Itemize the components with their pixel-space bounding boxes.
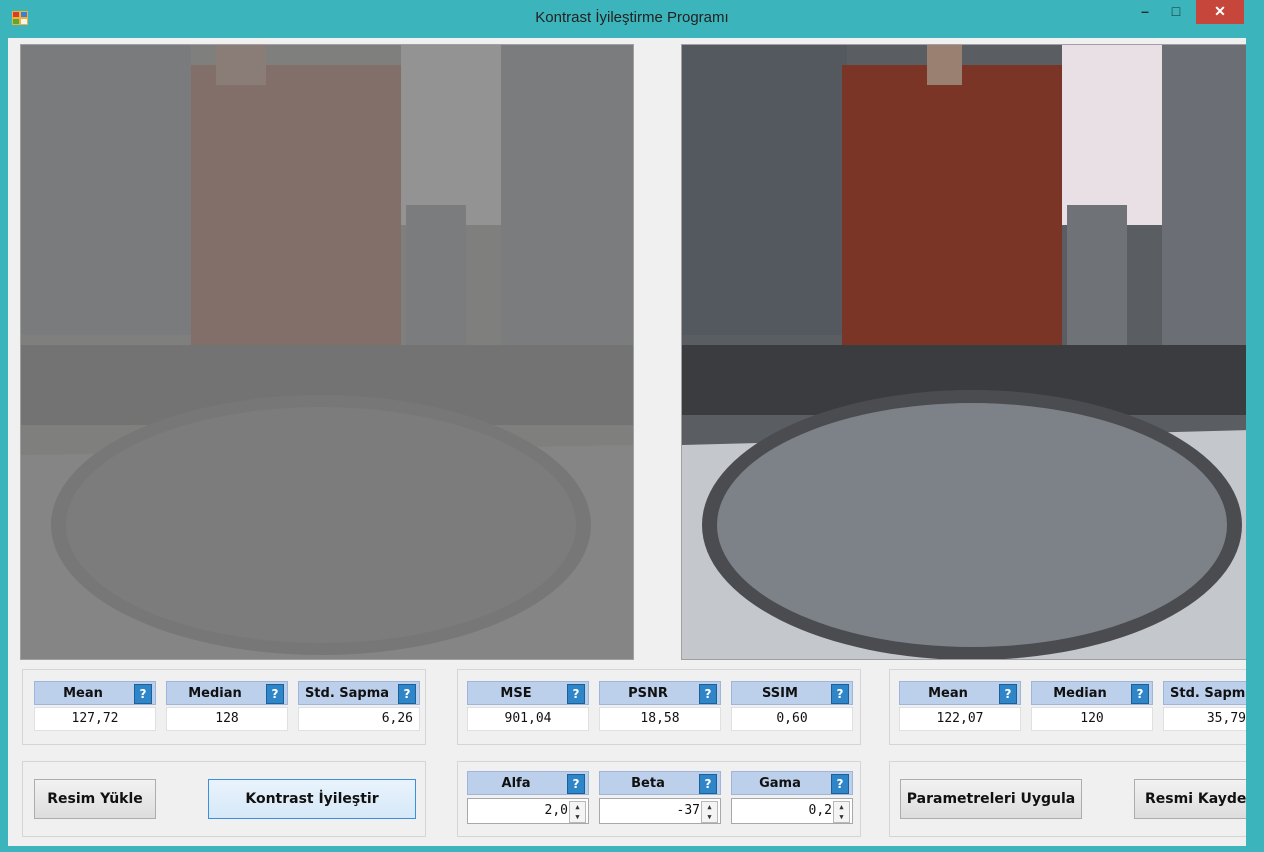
alfa-value: 2,0 (544, 803, 568, 818)
original-median-value: 128 (166, 707, 288, 731)
original-std-label-text: Std. Sapma (304, 686, 390, 701)
enhanced-mean-value: 122,07 (899, 707, 1021, 731)
spin-down-icon[interactable]: ▼ (834, 812, 849, 822)
mse-label: MSE ? (467, 681, 589, 705)
load-image-button[interactable]: Resim Yükle (34, 779, 156, 819)
spinner-arrows[interactable]: ▲ ▼ (569, 801, 586, 823)
ssim-label-text: SSIM (762, 686, 798, 701)
spinner-arrows[interactable]: ▲ ▼ (701, 801, 718, 823)
psnr-label: PSNR ? (599, 681, 721, 705)
enhanced-median-label: Median ? (1031, 681, 1153, 705)
spin-down-icon[interactable]: ▼ (570, 812, 585, 822)
mse-label-text: MSE (500, 686, 532, 701)
gama-label-text: Gama (759, 776, 801, 791)
enhance-contrast-button[interactable]: Kontrast İyileştir (208, 779, 416, 819)
spin-down-icon[interactable]: ▼ (702, 812, 717, 822)
enhanced-mean-label: Mean ? (899, 681, 1021, 705)
beta-label-text: Beta (631, 776, 665, 791)
original-image-box (20, 44, 634, 660)
psnr-label-text: PSNR (628, 686, 668, 701)
help-icon[interactable]: ? (999, 684, 1017, 704)
help-icon[interactable]: ? (699, 684, 717, 704)
help-icon[interactable]: ? (831, 774, 849, 794)
help-icon[interactable]: ? (699, 774, 717, 794)
spin-up-icon[interactable]: ▲ (834, 802, 849, 812)
gama-value: 0,2 (808, 803, 832, 818)
gama-spinner[interactable]: 0,2 ▲ ▼ (731, 798, 853, 824)
help-icon[interactable]: ? (398, 684, 416, 704)
spin-up-icon[interactable]: ▲ (570, 802, 585, 812)
help-icon[interactable]: ? (567, 684, 585, 704)
original-image (21, 45, 633, 659)
form-client-area: Mean ? Median ? Std. Sapma ? 127,72 128 … (8, 38, 1246, 846)
window-title: Kontrast İyileştirme Programı (535, 9, 729, 26)
original-std-value: 6,26 (298, 707, 420, 731)
title-bar[interactable]: Kontrast İyileştirme Programı – □ ✕ (0, 0, 1264, 38)
original-median-label-text: Median (188, 686, 242, 701)
help-icon[interactable]: ? (134, 684, 152, 704)
original-std-label: Std. Sapma ? (298, 681, 420, 705)
help-icon[interactable]: ? (266, 684, 284, 704)
enhanced-image-box (681, 44, 1246, 660)
spinner-arrows[interactable]: ▲ ▼ (833, 801, 850, 823)
ssim-value: 0,60 (731, 707, 853, 731)
gama-label: Gama ? (731, 771, 853, 795)
close-button[interactable]: ✕ (1196, 0, 1244, 24)
parameters-group: Alfa ? Beta ? Gama ? 2,0 ▲ ▼ -37 ▲ ▼ 0,2… (457, 761, 861, 837)
original-mean-label-text: Mean (63, 686, 103, 701)
enhanced-stats-group: Mean ? Median ? Std. Sapm 122,07 120 35,… (889, 669, 1246, 745)
original-median-label: Median ? (166, 681, 288, 705)
original-stats-group: Mean ? Median ? Std. Sapma ? 127,72 128 … (22, 669, 426, 745)
app-window: Kontrast İyileştirme Programı – □ ✕ Mean… (0, 0, 1264, 852)
minimize-button[interactable]: – (1130, 0, 1160, 24)
original-mean-label: Mean ? (34, 681, 156, 705)
enhanced-mean-label-text: Mean (928, 686, 968, 701)
enhanced-median-value: 120 (1031, 707, 1153, 731)
psnr-value: 18,58 (599, 707, 721, 731)
alfa-label: Alfa ? (467, 771, 589, 795)
ssim-label: SSIM ? (731, 681, 853, 705)
beta-value: -37 (676, 803, 700, 818)
alfa-label-text: Alfa (501, 776, 531, 791)
enhanced-std-label-text: Std. Sapm (1170, 686, 1246, 701)
enhanced-median-label-text: Median (1053, 686, 1107, 701)
enhanced-std-value: 35,79 (1163, 707, 1246, 731)
enhanced-image (682, 45, 1246, 659)
original-mean-value: 127,72 (34, 707, 156, 731)
spin-up-icon[interactable]: ▲ (702, 802, 717, 812)
mse-value: 901,04 (467, 707, 589, 731)
enhanced-std-label: Std. Sapm (1163, 681, 1246, 705)
help-icon[interactable]: ? (1131, 684, 1149, 704)
beta-spinner[interactable]: -37 ▲ ▼ (599, 798, 721, 824)
save-image-button[interactable]: Resmi Kayde (1134, 779, 1246, 819)
alfa-spinner[interactable]: 2,0 ▲ ▼ (467, 798, 589, 824)
beta-label: Beta ? (599, 771, 721, 795)
apply-actions-group: Parametreleri Uygula Resmi Kayde (889, 761, 1246, 837)
apply-parameters-button[interactable]: Parametreleri Uygula (900, 779, 1082, 819)
quality-metrics-group: MSE ? PSNR ? SSIM ? 901,04 18,58 0,60 (457, 669, 861, 745)
help-icon[interactable]: ? (567, 774, 585, 794)
maximize-button[interactable]: □ (1161, 0, 1191, 24)
help-icon[interactable]: ? (831, 684, 849, 704)
load-actions-group: Resim Yükle Kontrast İyileştir (22, 761, 426, 837)
